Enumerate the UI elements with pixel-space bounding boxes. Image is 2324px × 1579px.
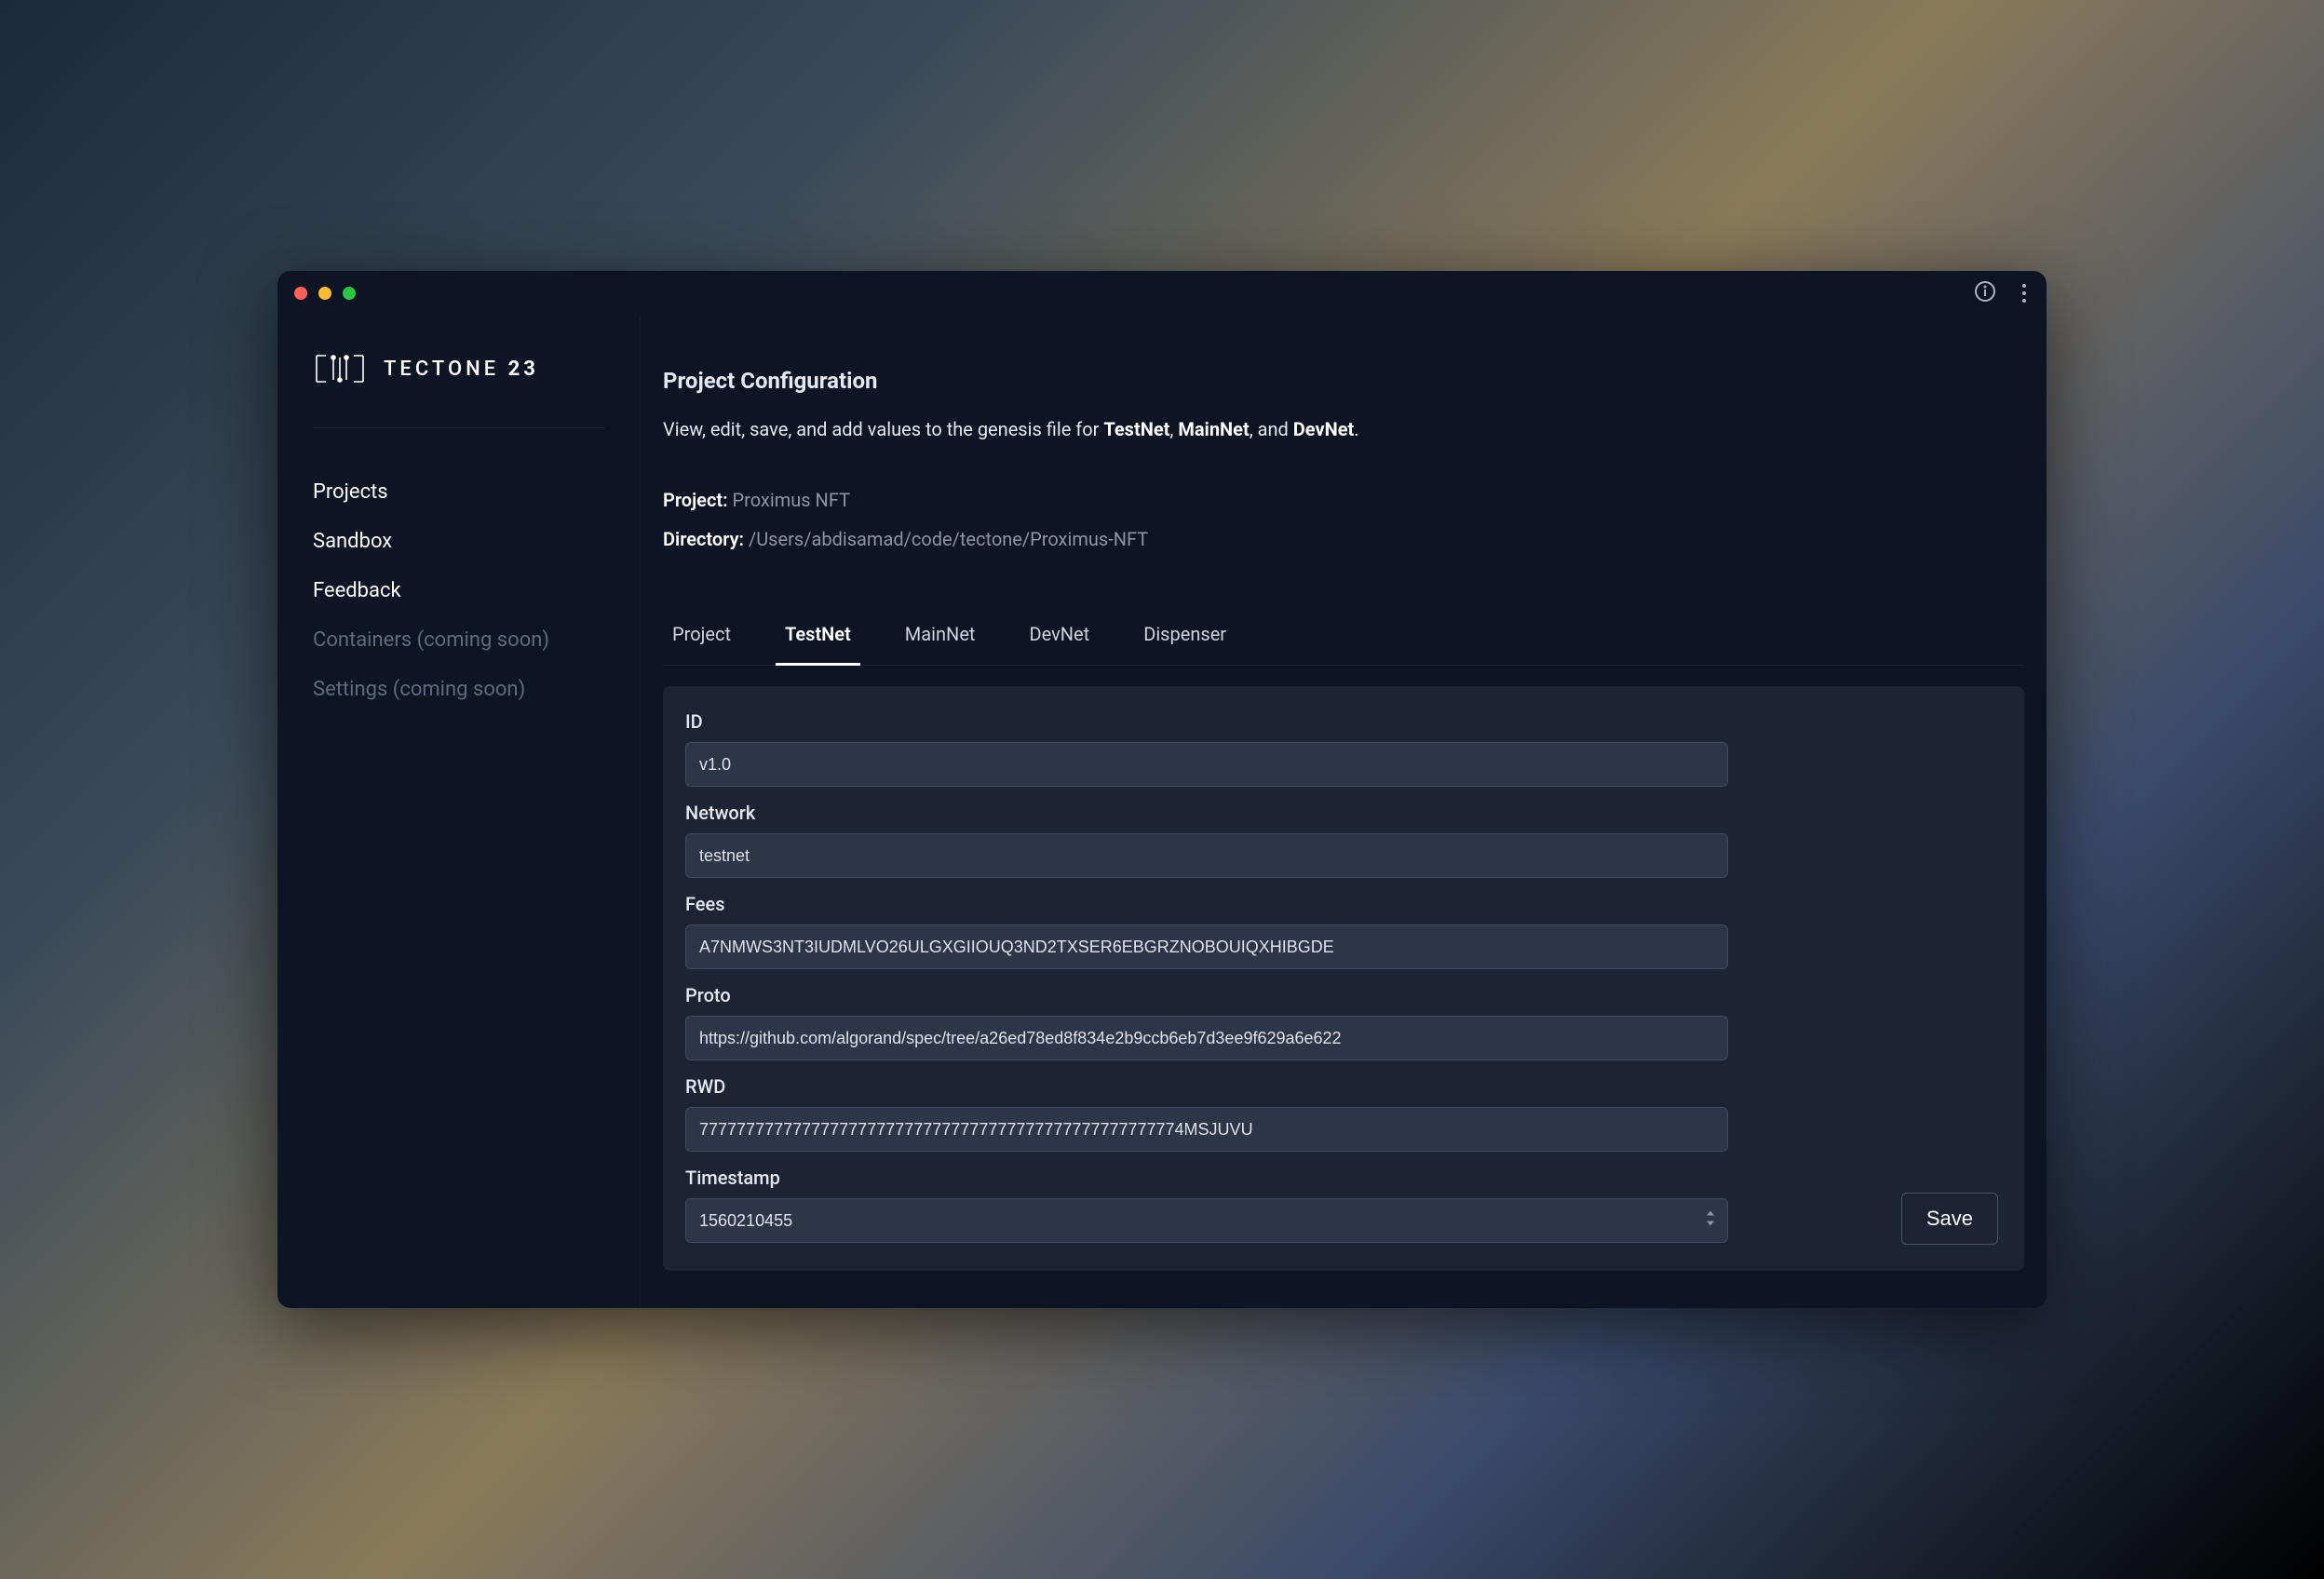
- timestamp-input[interactable]: [685, 1198, 1728, 1243]
- tab-mainnet[interactable]: MainNet: [896, 606, 985, 666]
- sidebar-item-sandbox[interactable]: Sandbox: [313, 530, 604, 553]
- window-controls: [294, 287, 356, 300]
- brand-name: TECTONE: [384, 358, 499, 381]
- app-window: TECTONE 23 Projects Sandbox Feedback Con…: [277, 271, 2047, 1308]
- sidebar-item-containers: Containers (coming soon): [313, 628, 604, 652]
- minimize-window-button[interactable]: [318, 287, 331, 300]
- project-label: Project:: [663, 489, 728, 511]
- project-value: Proximus NFT: [733, 489, 850, 511]
- save-button[interactable]: Save: [1901, 1193, 1998, 1245]
- sidebar-item-feedback[interactable]: Feedback: [313, 579, 604, 602]
- info-icon[interactable]: [1974, 280, 1996, 306]
- network-input[interactable]: [685, 833, 1728, 878]
- titlebar: [277, 271, 2047, 316]
- maximize-window-button[interactable]: [343, 287, 356, 300]
- network-label: Network: [685, 802, 2002, 824]
- sidebar-nav: Projects Sandbox Feedback Containers (co…: [313, 480, 604, 701]
- directory-label: Directory:: [663, 528, 744, 550]
- brand-logo: TECTONE 23: [313, 351, 604, 428]
- config-panel: ID Network Fees Proto RWD Timestamp S: [663, 686, 2024, 1271]
- main-content: Project Configuration View, edit, save, …: [641, 316, 2047, 1308]
- stepper-icon[interactable]: [1704, 1209, 1717, 1233]
- id-input[interactable]: [685, 742, 1728, 787]
- logo-mark-icon: [313, 351, 367, 386]
- fees-label: Fees: [685, 893, 2002, 915]
- rwd-label: RWD: [685, 1075, 2002, 1098]
- proto-input[interactable]: [685, 1016, 1728, 1060]
- fees-input[interactable]: [685, 924, 1728, 969]
- directory-value: /Users/abdisamad/code/tectone/Proximus-N…: [749, 528, 1148, 550]
- kebab-menu-icon[interactable]: [2019, 280, 2030, 306]
- tab-dispenser[interactable]: Dispenser: [1134, 606, 1236, 666]
- sidebar: TECTONE 23 Projects Sandbox Feedback Con…: [277, 316, 641, 1308]
- tab-testnet[interactable]: TestNet: [776, 606, 860, 666]
- sidebar-item-projects[interactable]: Projects: [313, 480, 604, 504]
- brand-suffix: 23: [508, 358, 539, 381]
- page-subtitle: View, edit, save, and add values to the …: [663, 418, 2024, 440]
- tab-project[interactable]: Project: [663, 606, 740, 666]
- titlebar-right: [1974, 280, 2030, 306]
- tab-bar: Project TestNet MainNet DevNet Dispenser: [663, 606, 2024, 666]
- id-label: ID: [685, 710, 2002, 733]
- page-title: Project Configuration: [663, 368, 2024, 394]
- rwd-input[interactable]: [685, 1107, 1728, 1152]
- timestamp-label: Timestamp: [685, 1167, 2002, 1189]
- project-line: Project: Proximus NFT: [663, 489, 2024, 511]
- directory-line: Directory: /Users/abdisamad/code/tectone…: [663, 528, 2024, 550]
- close-window-button[interactable]: [294, 287, 307, 300]
- tab-devnet[interactable]: DevNet: [1020, 606, 1099, 666]
- proto-label: Proto: [685, 984, 2002, 1006]
- sidebar-item-settings: Settings (coming soon): [313, 678, 604, 701]
